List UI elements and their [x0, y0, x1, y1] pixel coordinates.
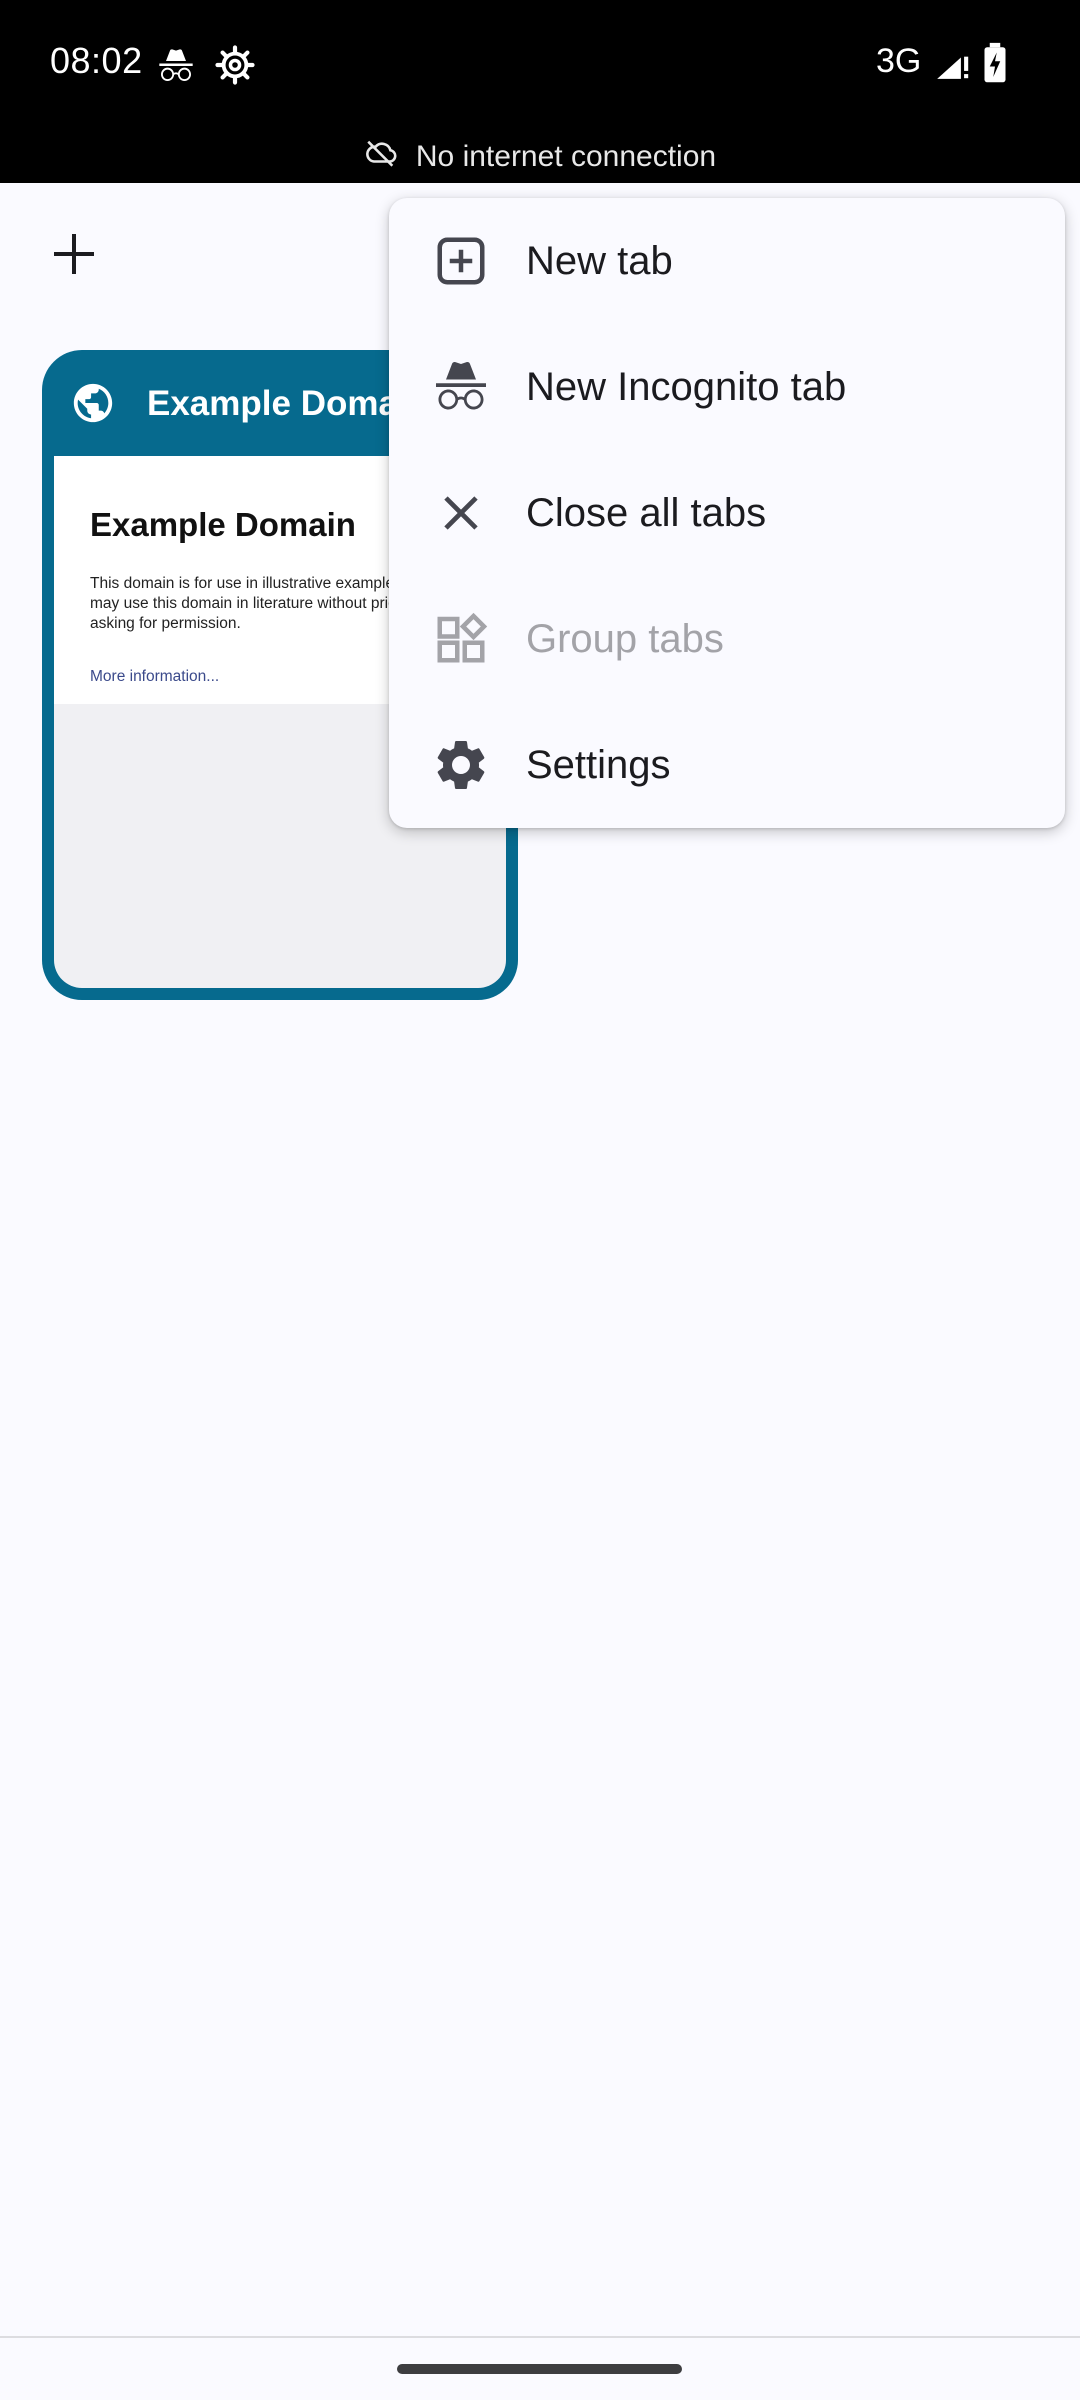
menu-item-label: New Incognito tab: [526, 364, 847, 409]
new-tab-button[interactable]: [44, 224, 104, 284]
battery-charging-icon: [980, 42, 1010, 89]
thumbnail-link: More information...: [90, 668, 220, 685]
status-time: 08:02: [50, 40, 143, 81]
offline-banner: No internet connection: [0, 133, 1080, 181]
menu-item-label: Group tabs: [526, 616, 724, 661]
plus-icon: [54, 234, 94, 274]
menu-item-group-tabs: Group tabs: [389, 576, 1065, 702]
menu-item-settings[interactable]: Settings: [389, 702, 1065, 828]
status-bar: 08:02 3G No internet connection: [0, 0, 1080, 183]
offline-banner-text: No internet connection: [415, 140, 717, 173]
menu-item-new-tab[interactable]: New tab: [389, 198, 1065, 324]
incognito-icon: [431, 357, 491, 417]
menu-item-label: New tab: [526, 238, 673, 283]
menu-item-label: Close all tabs: [526, 490, 767, 535]
home-indicator[interactable]: [397, 2364, 682, 2374]
overflow-menu: New tab New Incognito tab Close all tabs: [389, 198, 1065, 828]
globe-icon: [70, 380, 116, 431]
bottom-divider: [0, 2336, 1080, 2338]
new-tab-icon: [431, 231, 491, 291]
close-icon: [431, 483, 491, 543]
incognito-icon: [156, 46, 196, 91]
thumbnail-heading: Example Domain: [90, 506, 356, 543]
cloud-off-icon: [364, 136, 398, 178]
signal-icon: [934, 44, 972, 87]
menu-item-label: Settings: [526, 742, 671, 787]
gear-icon: [431, 735, 491, 795]
menu-item-new-incognito-tab[interactable]: New Incognito tab: [389, 324, 1065, 450]
tab-title: Example Domain: [147, 384, 430, 423]
network-type: 3G: [876, 42, 922, 80]
settings-gear-icon: [214, 44, 256, 91]
menu-item-close-all-tabs[interactable]: Close all tabs: [389, 450, 1065, 576]
group-tabs-icon: [431, 609, 491, 669]
